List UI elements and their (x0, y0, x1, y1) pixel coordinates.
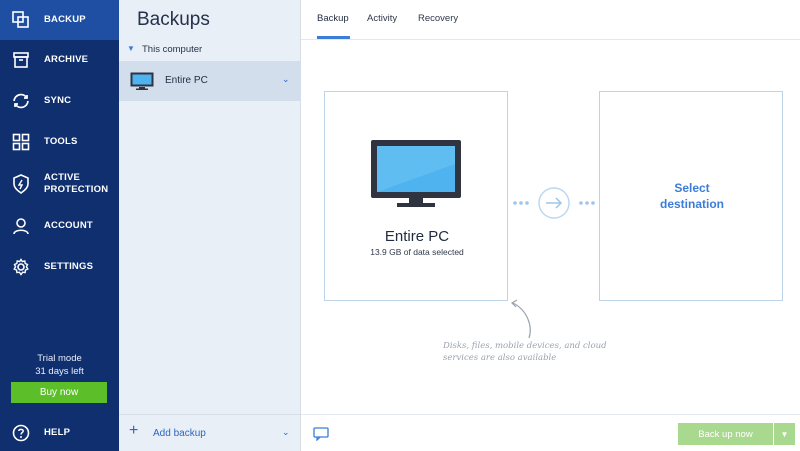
nav-label-account: ACCOUNT (44, 220, 93, 231)
nav-item-active-protection[interactable]: ACTIVE PROTECTION (0, 164, 119, 204)
select-destination-box[interactable]: Select destination (599, 91, 783, 301)
hint-text: Disks, files, mobile devices, and cloud … (443, 340, 607, 364)
shield-icon (11, 174, 31, 194)
backups-list-panel: Backups ▼ This computer Entire PC ⌄ + Ad… (119, 0, 301, 451)
chevron-down-icon[interactable]: ▼ (773, 423, 795, 445)
chevron-down-icon[interactable]: ⌄ (282, 74, 290, 85)
account-icon (11, 216, 31, 236)
archive-icon (11, 50, 31, 70)
arrow-connector-icon (513, 187, 595, 219)
main-content: Backup Activity Recovery Entire PC 13.9 … (301, 0, 800, 451)
nav-item-help[interactable]: HELP (0, 414, 119, 451)
select-destination-label: Select destination (600, 180, 784, 212)
nav-item-tools[interactable]: TOOLS (0, 122, 119, 162)
tab-backup[interactable]: Backup (317, 13, 349, 24)
source-size: 13.9 GB of data selected (370, 247, 464, 257)
trial-mode-text: Trial mode (37, 353, 82, 364)
chevron-down-icon[interactable]: ⌄ (282, 427, 290, 438)
help-icon (11, 423, 31, 443)
collapse-caret-icon: ▼ (127, 44, 135, 53)
nav-item-sync[interactable]: SYNC (0, 81, 119, 121)
back-up-now-button[interactable]: Back up now (678, 423, 773, 445)
plus-icon: + (129, 422, 139, 439)
nav-label-protection: PROTECTION (44, 184, 109, 195)
sync-icon (11, 91, 31, 111)
left-navigation: BACKUP ARCHIVE SYNC TOOLS ACTIVE PROTECT… (0, 0, 119, 451)
nav-label-help: HELP (44, 426, 71, 438)
add-backup-bar[interactable]: + Add backup ⌄ (119, 414, 301, 451)
group-this-computer[interactable]: ▼ This computer (119, 42, 301, 58)
hint-line1: Disks, files, mobile devices, and cloud (443, 341, 607, 351)
backup-item-entire-pc[interactable]: Entire PC ⌄ (119, 61, 301, 101)
nav-label-tools: TOOLS (44, 136, 78, 147)
monitor-icon (371, 140, 461, 215)
tab-bar: Backup Activity Recovery (301, 0, 800, 40)
hint-arrow-icon (511, 299, 531, 339)
source-title: Entire PC (384, 228, 450, 245)
nav-item-backup[interactable]: BACKUP (0, 0, 119, 40)
nav-label-archive: ARCHIVE (44, 54, 89, 65)
backup-source-box[interactable]: Entire PC 13.9 GB of data selected (324, 91, 508, 301)
gear-icon (11, 257, 31, 277)
nav-item-account[interactable]: ACCOUNT (0, 206, 119, 246)
monitor-icon (130, 72, 154, 95)
nav-item-settings[interactable]: SETTINGS (0, 247, 119, 287)
nav-label-active-protection: ACTIVE PROTECTION (44, 172, 108, 196)
tab-recovery[interactable]: Recovery (418, 13, 458, 24)
destination-line1: Select (674, 181, 710, 195)
action-footer: Back up now ▼ (301, 414, 800, 451)
group-label: This computer (142, 44, 203, 55)
nav-label-sync: SYNC (44, 95, 72, 106)
backup-item-label: Entire PC (165, 75, 208, 86)
buy-now-button[interactable]: Buy now (11, 382, 107, 403)
backup-icon (11, 10, 31, 30)
page-title: Backups (137, 9, 210, 30)
tools-icon (11, 132, 31, 152)
nav-label-backup: BACKUP (44, 14, 86, 25)
tab-activity[interactable]: Activity (367, 13, 397, 24)
active-tab-indicator (317, 36, 350, 39)
trial-status: Trial mode 31 days left (0, 352, 119, 378)
add-backup-label: Add backup (153, 428, 206, 439)
nav-item-archive[interactable]: ARCHIVE (0, 40, 119, 80)
chat-icon[interactable] (313, 427, 329, 446)
nav-label-active: ACTIVE (44, 172, 81, 183)
hint-line2: services are also available (443, 353, 557, 363)
trial-days-left: 31 days left (35, 366, 84, 377)
nav-label-settings: SETTINGS (44, 261, 94, 272)
destination-line2: destination (659, 197, 724, 211)
